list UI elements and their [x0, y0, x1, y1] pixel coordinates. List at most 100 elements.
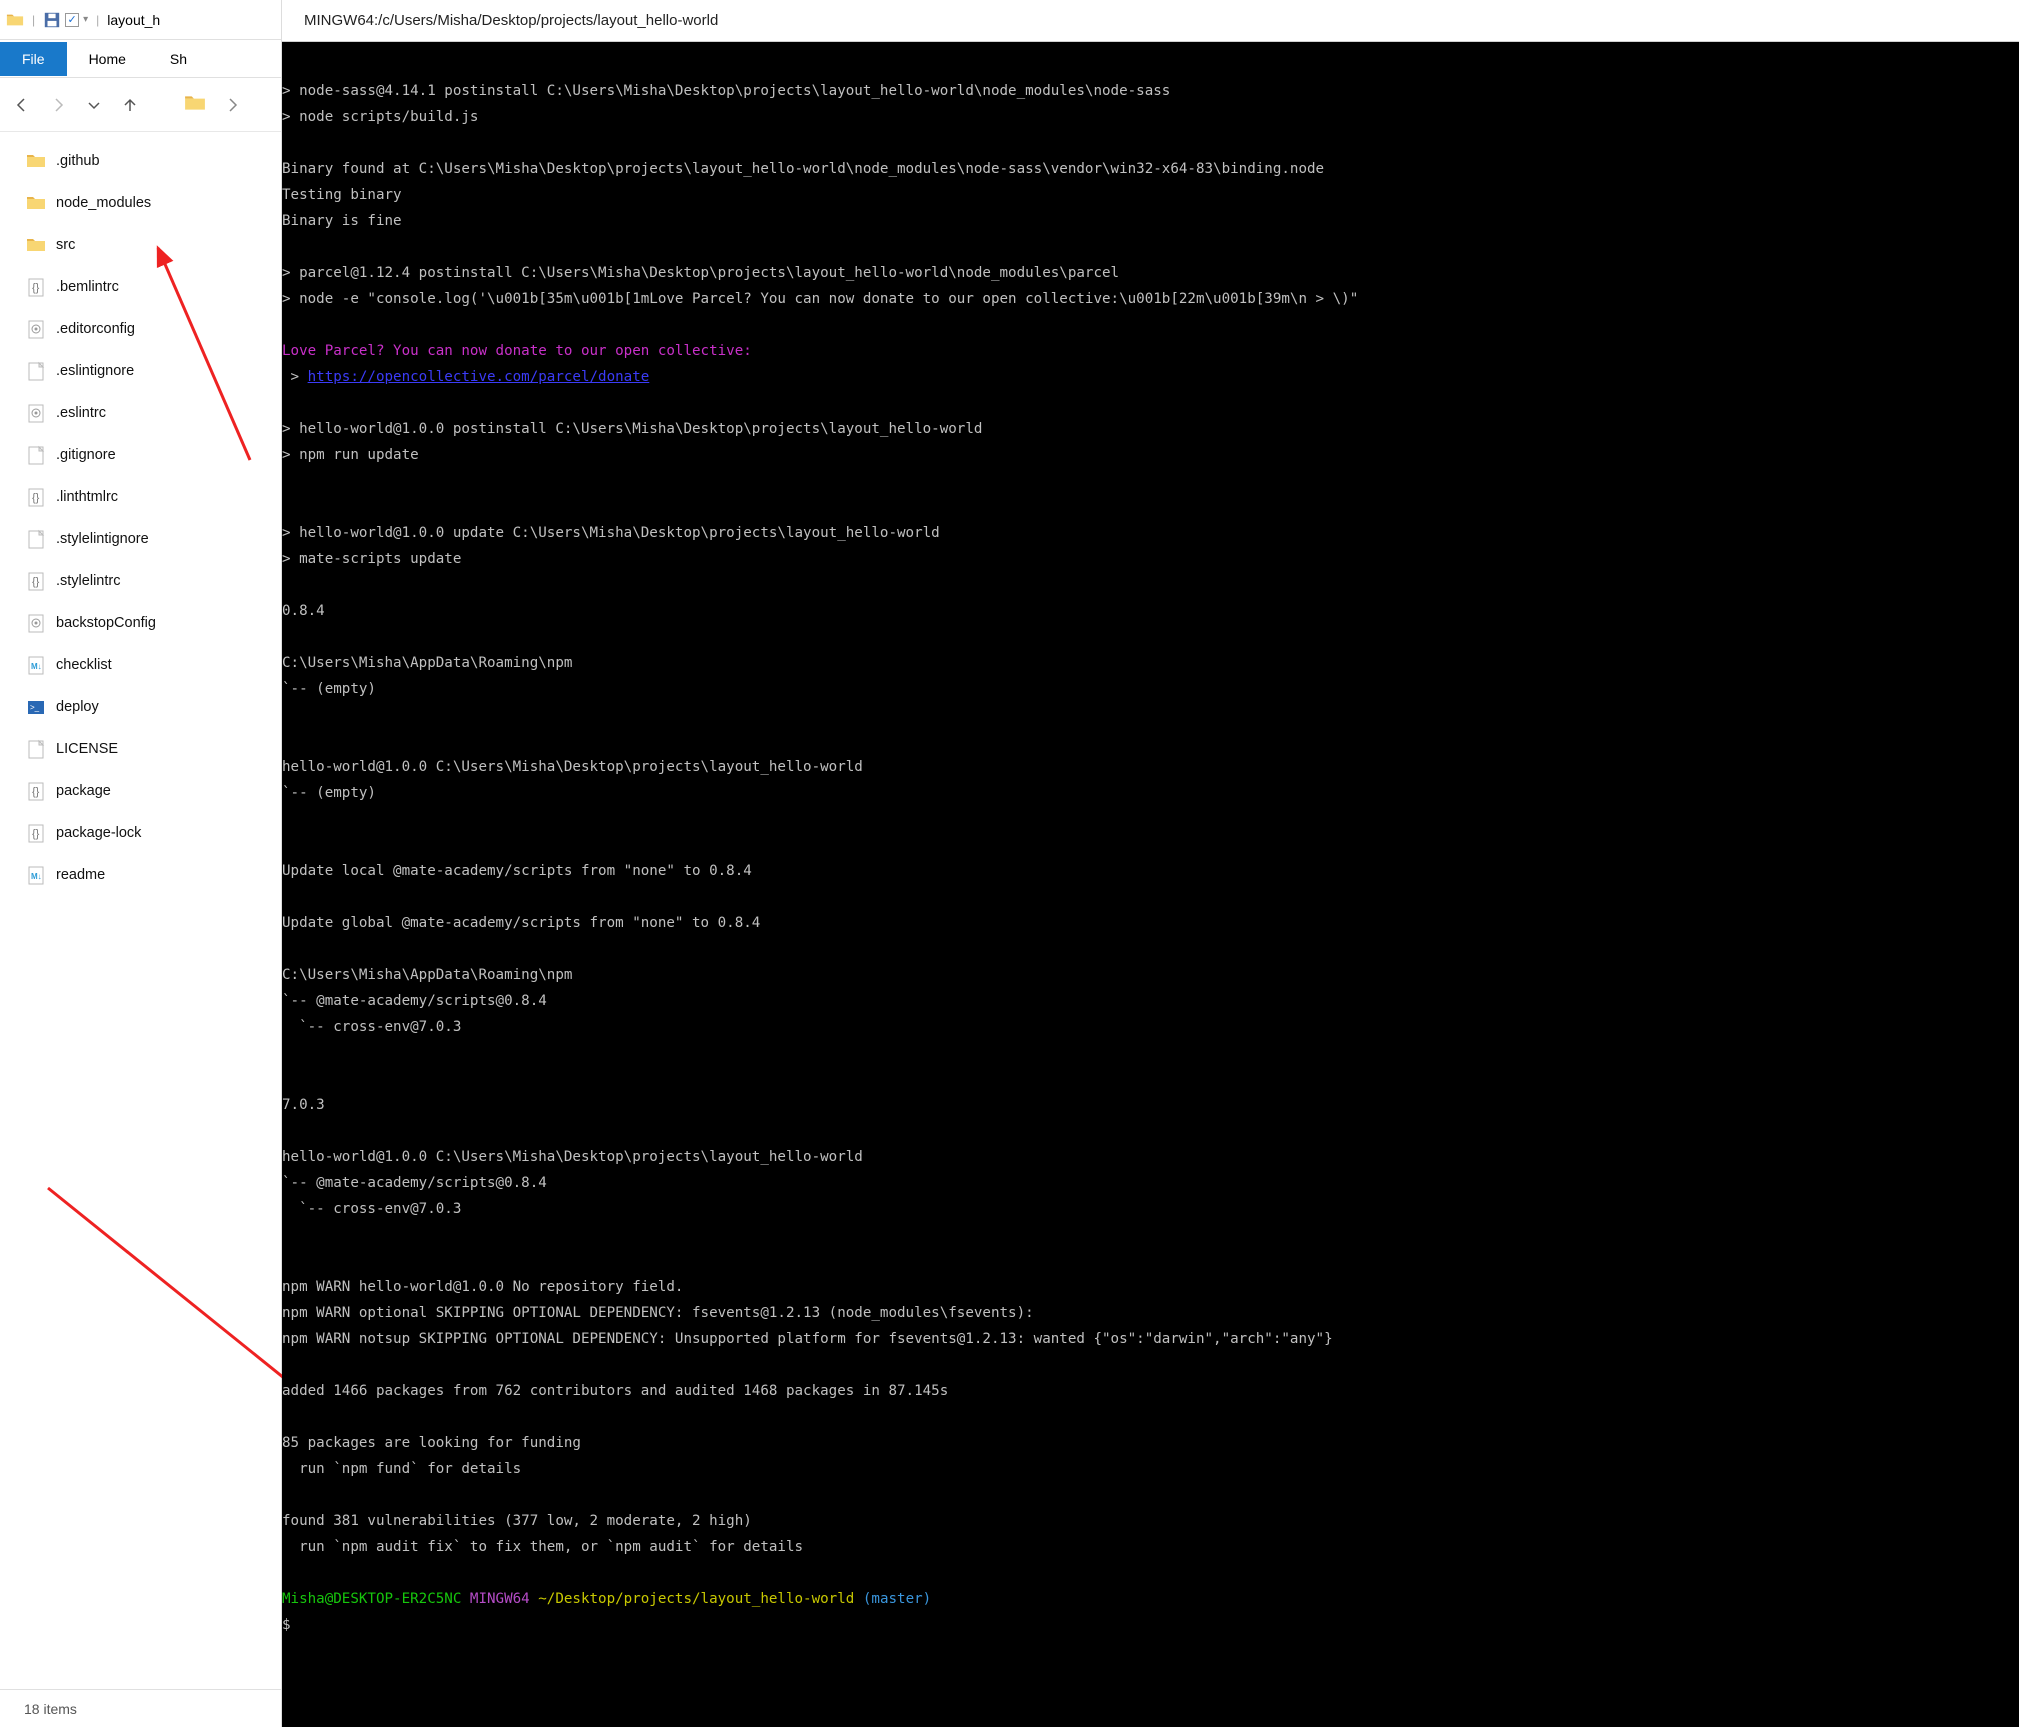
- file-name: src: [56, 237, 75, 253]
- checkbox-icon[interactable]: ✓: [65, 13, 79, 27]
- file-icon: [26, 739, 46, 759]
- file-icon: {}: [26, 781, 46, 801]
- file-item[interactable]: {} .bemlintrc: [0, 266, 281, 308]
- save-icon[interactable]: [43, 11, 61, 29]
- terminal-pane: MINGW64:/c/Users/Misha/Desktop/projects/…: [282, 0, 2019, 1727]
- file-item[interactable]: src: [0, 224, 281, 266]
- terminal-line: > mate-scripts update: [282, 546, 2019, 572]
- file-item[interactable]: {}.stylelintrc: [0, 560, 281, 602]
- terminal-line: npm WARN notsup SKIPPING OPTIONAL DEPEND…: [282, 1326, 2019, 1352]
- file-icon: [26, 361, 46, 381]
- qatoolbar-dropdown-icon[interactable]: ▾: [83, 14, 88, 25]
- file-item[interactable]: .eslintignore: [0, 350, 281, 392]
- file-icon: M↓: [26, 655, 46, 675]
- terminal-line: [282, 936, 2019, 962]
- tab-share[interactable]: Sh: [148, 42, 209, 76]
- terminal-line: [282, 624, 2019, 650]
- svg-text:>_: >_: [30, 703, 40, 712]
- file-item[interactable]: .stylelintignore: [0, 518, 281, 560]
- terminal-line: [282, 806, 2019, 832]
- file-icon: {}: [26, 277, 46, 297]
- terminal-line: [282, 494, 2019, 520]
- terminal-line: Love Parcel? You can now donate to our o…: [282, 338, 2019, 364]
- terminal-line: [282, 1040, 2019, 1066]
- nav-history-dropdown-icon[interactable]: [84, 95, 104, 115]
- terminal-line: > parcel@1.12.4 postinstall C:\Users\Mis…: [282, 260, 2019, 286]
- file-item[interactable]: {}.linthtmlrc: [0, 476, 281, 518]
- file-icon: [26, 613, 46, 633]
- file-item[interactable]: .eslintrc: [0, 392, 281, 434]
- file-name: package-lock: [56, 825, 141, 841]
- item-count: 18 items: [24, 1701, 77, 1717]
- file-name: .stylelintignore: [56, 531, 149, 547]
- file-item[interactable]: node_modules: [0, 182, 281, 224]
- status-bar: 18 items: [0, 1689, 281, 1727]
- terminal-line: [282, 1352, 2019, 1378]
- file-name: deploy: [56, 699, 99, 715]
- terminal-line: > hello-world@1.0.0 postinstall C:\Users…: [282, 416, 2019, 442]
- file-name: readme: [56, 867, 105, 883]
- terminal-line: [282, 234, 2019, 260]
- file-name: .github: [56, 153, 100, 169]
- folder-icon: [26, 151, 46, 171]
- tab-home[interactable]: Home: [67, 42, 148, 76]
- file-icon: {}: [26, 823, 46, 843]
- explorer-title-bar: | ✓ ▾ | layout_h: [0, 0, 281, 40]
- address-chevron-icon[interactable]: [222, 95, 242, 115]
- file-name: .eslintignore: [56, 363, 134, 379]
- file-item[interactable]: >_ deploy: [0, 686, 281, 728]
- file-item[interactable]: .editorconfig: [0, 308, 281, 350]
- file-item[interactable]: {} package-lock: [0, 812, 281, 854]
- file-name: node_modules: [56, 195, 151, 211]
- terminal-line: C:\Users\Misha\AppData\Roaming\npm: [282, 650, 2019, 676]
- file-item[interactable]: .gitignore: [0, 434, 281, 476]
- terminal-line: > node scripts/build.js: [282, 104, 2019, 130]
- file-icon: {}: [26, 571, 46, 591]
- ribbon-tabs: File Home Sh: [0, 40, 281, 78]
- terminal-line: [282, 52, 2019, 78]
- file-icon: [26, 529, 46, 549]
- svg-text:M↓: M↓: [31, 662, 42, 671]
- terminal-line: [282, 1560, 2019, 1586]
- file-item[interactable]: backstopConfig: [0, 602, 281, 644]
- terminal-line: [282, 728, 2019, 754]
- svg-text:{}: {}: [32, 282, 40, 294]
- terminal-line: found 381 vulnerabilities (377 low, 2 mo…: [282, 1508, 2019, 1534]
- terminal-line: [282, 1482, 2019, 1508]
- file-item[interactable]: M↓checklist: [0, 644, 281, 686]
- svg-text:{}: {}: [32, 786, 40, 798]
- terminal-line: `-- cross-env@7.0.3: [282, 1014, 2019, 1040]
- terminal-line: [282, 1222, 2019, 1248]
- file-item[interactable]: LICENSE: [0, 728, 281, 770]
- terminal-line: $: [282, 1612, 2019, 1638]
- file-name: .editorconfig: [56, 321, 135, 337]
- terminal-line: `-- (empty): [282, 780, 2019, 806]
- terminal-line: [282, 884, 2019, 910]
- terminal-line: `-- @mate-academy/scripts@0.8.4: [282, 1170, 2019, 1196]
- file-icon: [26, 403, 46, 423]
- file-name: LICENSE: [56, 741, 118, 757]
- file-item[interactable]: .github: [0, 140, 281, 182]
- file-name: .eslintrc: [56, 405, 106, 421]
- file-item[interactable]: M↓ readme: [0, 854, 281, 896]
- terminal-line: [282, 572, 2019, 598]
- file-item[interactable]: {}package: [0, 770, 281, 812]
- svg-text:M↓: M↓: [31, 872, 42, 881]
- terminal-line: [282, 1404, 2019, 1430]
- tab-file[interactable]: File: [0, 42, 67, 76]
- nav-back-icon[interactable]: [12, 95, 32, 115]
- terminal-line: [282, 468, 2019, 494]
- terminal-title-bar: MINGW64:/c/Users/Misha/Desktop/projects/…: [282, 0, 2019, 42]
- nav-up-icon[interactable]: [120, 95, 140, 115]
- terminal-line: run `npm audit fix` to fix them, or `npm…: [282, 1534, 2019, 1560]
- terminal-line: [282, 1118, 2019, 1144]
- terminal-line: hello-world@1.0.0 C:\Users\Misha\Desktop…: [282, 754, 2019, 780]
- file-name: .bemlintrc: [56, 279, 119, 295]
- svg-text:{}: {}: [32, 828, 40, 840]
- address-folder-icon[interactable]: [184, 92, 206, 117]
- terminal-line: [282, 1066, 2019, 1092]
- terminal-line: > npm run update: [282, 442, 2019, 468]
- terminal-output[interactable]: > node-sass@4.14.1 postinstall C:\Users\…: [282, 42, 2019, 1727]
- folder-icon: [26, 235, 46, 255]
- terminal-line: 85 packages are looking for funding: [282, 1430, 2019, 1456]
